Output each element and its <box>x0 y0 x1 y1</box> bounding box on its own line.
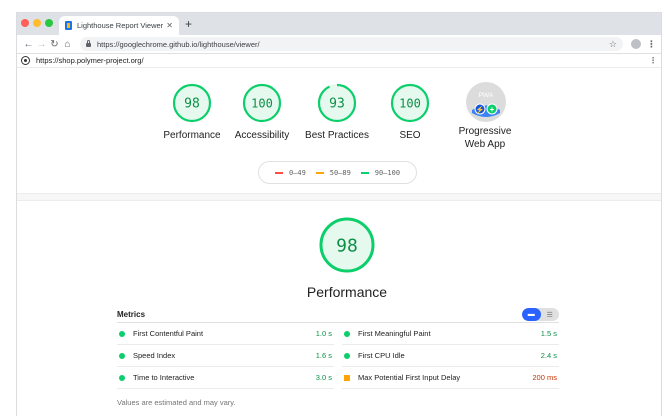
gauge-score: 100 <box>399 97 421 111</box>
legend-item-fail: 0–49 <box>274 168 306 177</box>
metric-name: Max Potential First Input Delay <box>358 373 461 382</box>
score-legend: 0–49 50–89 90–100 <box>258 161 417 184</box>
average-square-icon <box>315 171 324 174</box>
bookmark-star-icon[interactable]: ☆ <box>609 39 617 50</box>
metric-value: 3.0 s <box>315 373 332 382</box>
svg-text:+: + <box>490 105 495 114</box>
report-url[interactable]: https://shop.polymer-project.org/ <box>36 56 649 65</box>
forward-arrow-icon[interactable]: → <box>35 39 48 50</box>
collapsed-view-icon[interactable]: ▬ <box>522 308 541 321</box>
metrics-grid: First Contentful Paint 1.0 s First Meani… <box>117 323 559 389</box>
gauge-seo-ring: 100 <box>390 83 430 123</box>
home-icon[interactable]: ⌂ <box>61 39 74 50</box>
report-menu-icon[interactable]: ⋮ <box>649 56 657 65</box>
metric-name: First Meaningful Paint <box>358 329 431 338</box>
lighthouse-logo-icon <box>21 56 30 65</box>
metrics-view-toggle[interactable]: ▬ ☰ <box>522 308 559 321</box>
pass-circle-icon <box>119 330 125 337</box>
gauge-performance[interactable]: 98 Performance <box>157 83 227 142</box>
pass-circle-icon <box>119 352 125 359</box>
reload-icon[interactable]: ↻ <box>48 39 61 50</box>
pwa-badge-icon: PWA ⚡ + <box>466 82 506 122</box>
legend-range: 0–49 <box>288 168 306 177</box>
metric-value: 1.5 s <box>540 329 557 338</box>
pass-circle-icon <box>344 352 350 359</box>
gauge-best-practices-ring: 93 <box>317 83 357 123</box>
profile-avatar-icon[interactable] <box>631 39 641 49</box>
tab-strip: Lighthouse Report Viewer ✕ + <box>17 13 661 35</box>
svg-text:⚡: ⚡ <box>476 105 485 114</box>
pwa-label-line1: Progressive <box>458 126 512 137</box>
gauge-label: Best Practices <box>305 130 369 141</box>
section-divider <box>17 193 661 201</box>
browser-toolbar: ← → ↻ ⌂ https://googlechrome.github.io/l… <box>17 35 661 54</box>
metric-row: Max Potential First Input Delay 200 ms <box>342 367 559 389</box>
performance-title: Performance <box>306 284 388 300</box>
pwa-badge-group: PWA ⚡ + <box>465 81 506 122</box>
gauge-seo[interactable]: 100 SEO <box>375 83 445 142</box>
gauge-score: 93 <box>329 97 345 112</box>
gauge-accessibility-ring: 100 <box>242 83 282 123</box>
lock-icon[interactable] <box>86 40 91 47</box>
metric-row: First Contentful Paint 1.0 s <box>117 323 334 345</box>
gauge-performance-ring: 98 <box>172 83 212 123</box>
metric-row: Time to Interactive 3.0 s <box>117 367 334 389</box>
performance-big-score: 98 <box>336 236 358 257</box>
metrics-title: Metrics <box>117 310 146 319</box>
expanded-view-icon[interactable]: ☰ <box>541 308 560 321</box>
maximize-window-button[interactable] <box>45 19 53 27</box>
pass-circle-icon <box>119 374 125 381</box>
gauge-label: Accessibility <box>234 130 290 141</box>
legend-range: 90–100 <box>374 168 401 177</box>
address-url[interactable]: https://googlechrome.github.io/lighthous… <box>97 40 609 49</box>
gauge-label: Performance <box>163 130 221 141</box>
close-window-button[interactable] <box>21 19 29 27</box>
new-tab-button[interactable]: + <box>185 16 192 32</box>
browser-window: Lighthouse Report Viewer ✕ + ← → ↻ ⌂ htt… <box>16 12 662 416</box>
metrics-note: Values are estimated and may vary. <box>117 398 236 407</box>
gauge-score: 98 <box>184 97 200 112</box>
metrics-header: Metrics ▬ ☰ <box>117 307 559 323</box>
pass-circle-icon <box>360 171 369 174</box>
report-topbar: https://shop.polymer-project.org/ ⋮ <box>17 54 661 68</box>
metric-name: Speed Index <box>133 351 176 360</box>
address-bar[interactable]: https://googlechrome.github.io/lighthous… <box>80 37 623 51</box>
gauge-best-practices[interactable]: 93 Best Practices <box>297 83 377 142</box>
close-tab-icon[interactable]: ✕ <box>166 21 173 30</box>
metric-row: First CPU Idle 2.4 s <box>342 345 559 367</box>
metric-row: First Meaningful Paint 1.5 s <box>342 323 559 345</box>
metric-name: First Contentful Paint <box>133 329 204 338</box>
metric-name: First CPU Idle <box>358 351 405 360</box>
metric-row: Speed Index 1.6 s <box>117 345 334 367</box>
browser-menu-icon[interactable]: ⋮ <box>647 39 656 50</box>
metric-value: 200 ms <box>532 373 557 382</box>
average-square-icon <box>344 374 350 381</box>
legend-item-average: 50–89 <box>315 168 351 177</box>
pass-circle-icon <box>344 330 350 337</box>
browser-tab[interactable]: Lighthouse Report Viewer ✕ <box>59 16 179 35</box>
fail-triangle-icon <box>274 171 283 174</box>
window-controls <box>21 19 53 27</box>
gauge-label: Progressive Web App <box>445 125 525 151</box>
performance-big-gauge: 98 <box>319 217 375 273</box>
tab-title: Lighthouse Report Viewer <box>77 21 164 30</box>
back-arrow-icon[interactable]: ← <box>22 39 35 50</box>
metric-value: 1.6 s <box>315 351 332 360</box>
legend-range: 50–89 <box>329 168 351 177</box>
legend-item-pass: 90–100 <box>360 168 401 177</box>
gauge-label: SEO <box>399 130 421 141</box>
gauge-pwa[interactable]: PWA ⚡ + Progressive Web App <box>445 81 525 151</box>
gauge-score: 100 <box>251 97 273 111</box>
metric-value: 2.4 s <box>540 351 557 360</box>
minimize-window-button[interactable] <box>33 19 41 27</box>
pwa-badge-text: PWA <box>479 92 494 99</box>
metrics-section: Metrics ▬ ☰ First Contentful Paint 1.0 s… <box>117 307 559 407</box>
performance-section-header: 98 Performance <box>292 216 402 300</box>
metric-name: Time to Interactive <box>133 373 195 382</box>
lighthouse-favicon-icon <box>65 21 72 30</box>
gauge-accessibility[interactable]: 100 Accessibility <box>227 83 297 142</box>
pwa-label-line2: Web App <box>464 139 506 150</box>
metric-value: 1.0 s <box>315 329 332 338</box>
